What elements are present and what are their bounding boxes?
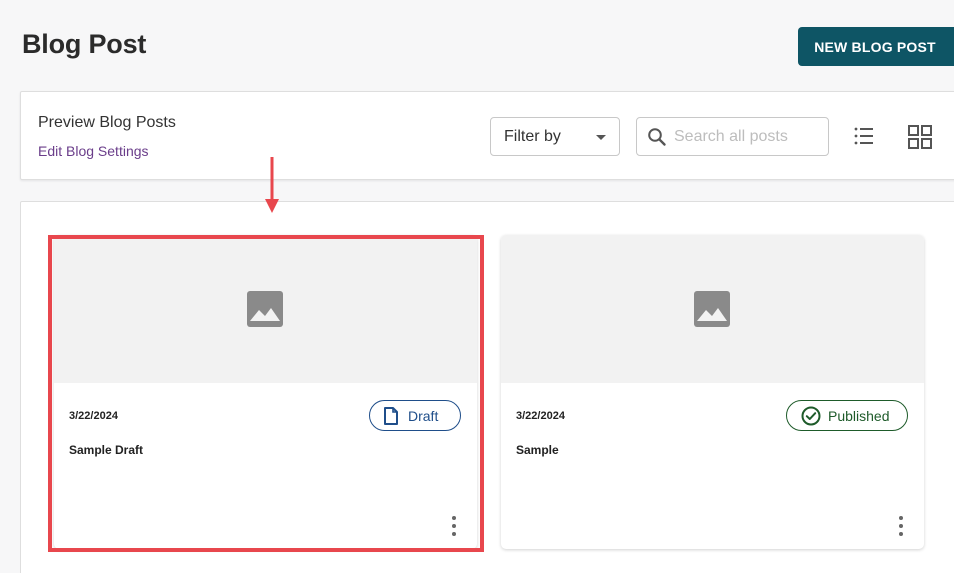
- filter-dropdown[interactable]: Filter by: [490, 117, 620, 156]
- blog-toolbar: Preview Blog Posts Edit Blog Settings Fi…: [20, 91, 954, 180]
- blog-post-card[interactable]: 3/22/2024 Published Sample: [501, 235, 924, 549]
- grid-view-button[interactable]: [908, 125, 932, 149]
- status-badge: Published: [786, 400, 908, 431]
- grid-view-icon: [908, 125, 932, 149]
- image-placeholder-icon: [247, 291, 283, 327]
- search-icon: [648, 128, 666, 146]
- edit-blog-settings-link[interactable]: Edit Blog Settings: [38, 143, 149, 159]
- document-icon: [384, 406, 398, 425]
- status-label: Draft: [408, 407, 439, 424]
- filter-label: Filter by: [504, 127, 561, 145]
- search-input[interactable]: [674, 126, 822, 148]
- post-title[interactable]: Sample Draft: [69, 443, 143, 457]
- search-box[interactable]: [636, 117, 829, 156]
- image-placeholder-icon: [694, 291, 730, 327]
- preview-label: Preview Blog Posts: [38, 114, 176, 131]
- check-circle-icon: [801, 406, 821, 425]
- post-date: 3/22/2024: [69, 410, 118, 422]
- status-badge: Draft: [369, 400, 461, 431]
- status-label: Published: [828, 407, 890, 424]
- page-title: Blog Post: [22, 29, 147, 59]
- post-date: 3/22/2024: [516, 410, 565, 422]
- card-image-placeholder: [54, 235, 477, 383]
- caret-down-icon: [596, 135, 606, 140]
- blog-post-card[interactable]: 3/22/2024 Draft Sample Draft: [54, 235, 477, 549]
- annotation-arrow-icon: [265, 157, 279, 213]
- new-blog-post-button[interactable]: NEW BLOG POST: [798, 27, 954, 66]
- post-title[interactable]: Sample: [516, 443, 559, 457]
- list-view-icon: [854, 127, 873, 145]
- more-options-icon[interactable]: [896, 516, 906, 536]
- card-image-placeholder: [501, 235, 924, 383]
- list-view-button[interactable]: [853, 125, 875, 147]
- more-options-icon[interactable]: [449, 516, 459, 536]
